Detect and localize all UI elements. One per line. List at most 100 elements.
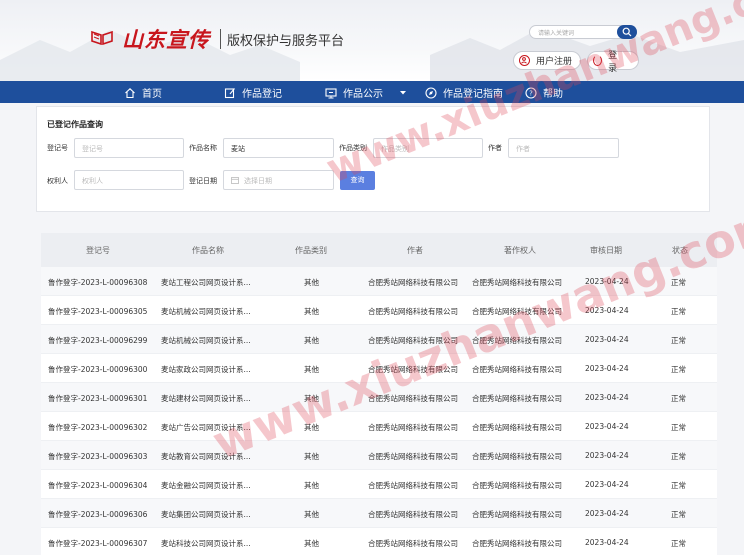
table-row[interactable]: 鲁作登字-2023-L-00096307 麦站科技公司网页设计系... 其他 合肥秀站… xyxy=(41,528,717,555)
date-picker[interactable]: 选择日期 xyxy=(223,170,334,190)
cell-owner: 合肥秀站网络科技有限公司 xyxy=(472,510,562,519)
works-table: 登记号 作品名称 作品类别 作者 著作权人 审核日期 状态 鲁作登字-2023-… xyxy=(41,233,717,555)
table-row[interactable]: 鲁作登字-2023-L-00096300 麦站家政公司网页设计系... 其他 合肥秀站… xyxy=(41,354,717,383)
cell-reg-no: 鲁作登字-2023-L-00096304 xyxy=(48,481,148,490)
cell-owner: 合肥秀站网络科技有限公司 xyxy=(472,365,562,374)
cell-reg-no: 鲁作登字-2023-L-00096306 xyxy=(48,510,148,519)
author-label: 作者 xyxy=(488,144,502,152)
col-work-name: 作品名称 xyxy=(192,246,224,255)
cell-work-name[interactable]: 麦站家政公司网页设计系... xyxy=(161,364,251,375)
site-logo[interactable]: 山东宣传 版权保护与服务平台 xyxy=(90,24,344,54)
query-button[interactable]: 查询 xyxy=(340,171,375,190)
nav-registration[interactable]: 作品登记 xyxy=(224,85,282,100)
cell-work-name[interactable]: 麦站教育公司网页设计系... xyxy=(161,451,251,462)
owner-input[interactable]: 权利人 xyxy=(74,170,184,190)
cell-work-name[interactable]: 麦站工程公司网页设计系... xyxy=(161,277,251,288)
nav-label: 作品登记指南 xyxy=(443,89,503,100)
cell-author: 合肥秀站网络科技有限公司 xyxy=(368,481,458,490)
cell-status: 正常 xyxy=(671,394,686,403)
table-row[interactable]: 鲁作登字-2023-L-00096299 麦站机械公司网页设计系... 其他 合肥秀站… xyxy=(41,325,717,354)
cell-category: 其他 xyxy=(304,307,319,316)
col-reg-no: 登记号 xyxy=(86,246,110,255)
search-button[interactable] xyxy=(617,25,637,39)
nav-help[interactable]: ? 帮助 xyxy=(525,85,563,100)
register-button[interactable]: 用户注册 xyxy=(513,51,581,70)
cell-reg-no: 鲁作登字-2023-L-00096303 xyxy=(48,452,148,461)
table-row[interactable]: 鲁作登字-2023-L-00096308 麦站工程公司网页设计系... 其他 合肥秀站… xyxy=(41,267,717,296)
cell-owner: 合肥秀站网络科技有限公司 xyxy=(472,539,562,548)
edit-icon xyxy=(224,87,235,98)
cell-work-name[interactable]: 麦站集团公司网页设计系... xyxy=(161,509,251,520)
power-icon xyxy=(593,55,603,66)
cell-status: 正常 xyxy=(671,510,686,519)
calendar-icon xyxy=(231,177,239,184)
cell-owner: 合肥秀站网络科技有限公司 xyxy=(472,278,562,287)
author-input[interactable]: 作者 xyxy=(508,138,619,158)
nav-label: 帮助 xyxy=(543,89,563,100)
cell-author: 合肥秀站网络科技有限公司 xyxy=(368,394,458,403)
cell-work-name[interactable]: 麦站广告公司网页设计系... xyxy=(161,422,251,433)
search-icon xyxy=(622,27,632,37)
table-header: 登记号 作品名称 作品类别 作者 著作权人 审核日期 状态 xyxy=(41,233,717,267)
cell-work-name[interactable]: 麦站金融公司网页设计系... xyxy=(161,480,251,491)
home-icon xyxy=(125,87,135,98)
cell-work-name[interactable]: 麦站机械公司网页设计系... xyxy=(161,306,251,317)
cell-review-date: 2023-04-24 xyxy=(585,277,629,286)
cell-work-name[interactable]: 麦站机械公司网页设计系... xyxy=(161,335,251,346)
cell-category: 其他 xyxy=(304,423,319,432)
cell-category: 其他 xyxy=(304,394,319,403)
date-label: 登记日期 xyxy=(189,177,217,185)
cell-category: 其他 xyxy=(304,539,319,548)
cell-owner: 合肥秀站网络科技有限公司 xyxy=(472,394,562,403)
col-author: 作者 xyxy=(407,246,423,255)
cell-review-date: 2023-04-24 xyxy=(585,364,629,373)
nav-label: 作品登记 xyxy=(242,89,282,100)
table-row[interactable]: 鲁作登字-2023-L-00096305 麦站机械公司网页设计系... 其他 合肥秀站… xyxy=(41,296,717,325)
table-row[interactable]: 鲁作登字-2023-L-00096301 麦站建材公司网页设计系... 其他 合肥秀站… xyxy=(41,383,717,412)
cell-review-date: 2023-04-24 xyxy=(585,509,629,518)
cell-reg-no: 鲁作登字-2023-L-00096301 xyxy=(48,394,148,403)
nav-guide[interactable]: 作品登记指南 xyxy=(425,85,503,100)
search-input[interactable]: 请输入关键词 xyxy=(538,28,574,37)
date-placeholder: 选择日期 xyxy=(244,177,272,185)
site-header: 山东宣传 版权保护与服务平台 请输入关键词 用户注册 登录 xyxy=(0,0,744,81)
register-label: 用户注册 xyxy=(536,57,573,67)
cell-status: 正常 xyxy=(671,423,686,432)
user-icon xyxy=(519,55,530,66)
cell-status: 正常 xyxy=(671,481,686,490)
cell-author: 合肥秀站网络科技有限公司 xyxy=(368,307,458,316)
cell-review-date: 2023-04-24 xyxy=(585,335,629,344)
cell-owner: 合肥秀站网络科技有限公司 xyxy=(472,452,562,461)
cell-work-name[interactable]: 麦站科技公司网页设计系... xyxy=(161,538,251,549)
table-row[interactable]: 鲁作登字-2023-L-00096306 麦站集团公司网页设计系... 其他 合肥秀站… xyxy=(41,499,717,528)
cell-review-date: 2023-04-24 xyxy=(585,306,629,315)
col-status: 状态 xyxy=(672,246,688,255)
cell-category: 其他 xyxy=(304,452,319,461)
nav-home[interactable]: 首页 xyxy=(124,85,162,100)
cell-reg-no: 鲁作登字-2023-L-00096307 xyxy=(48,539,148,548)
nav-publicity[interactable]: 作品公示 xyxy=(325,85,415,100)
cell-review-date: 2023-04-24 xyxy=(585,451,629,460)
reg-no-input[interactable]: 登记号 xyxy=(74,138,184,158)
cell-review-date: 2023-04-24 xyxy=(585,538,629,547)
category-label: 作品类别 xyxy=(339,144,367,152)
cell-author: 合肥秀站网络科技有限公司 xyxy=(368,365,458,374)
cell-reg-no: 鲁作登字-2023-L-00096308 xyxy=(48,278,148,287)
cell-owner: 合肥秀站网络科技有限公司 xyxy=(472,423,562,432)
site-search[interactable]: 请输入关键词 xyxy=(529,25,637,39)
cell-status: 正常 xyxy=(671,365,686,374)
cell-work-name[interactable]: 麦站建材公司网页设计系... xyxy=(161,393,251,404)
cell-review-date: 2023-04-24 xyxy=(585,422,629,431)
cell-reg-no: 鲁作登字-2023-L-00096305 xyxy=(48,307,148,316)
table-row[interactable]: 鲁作登字-2023-L-00096302 麦站广告公司网页设计系... 其他 合肥秀站… xyxy=(41,412,717,441)
table-row[interactable]: 鲁作登字-2023-L-00096303 麦站教育公司网页设计系... 其他 合肥秀站… xyxy=(41,441,717,470)
login-button[interactable]: 登录 xyxy=(587,51,639,74)
work-name-input[interactable]: 麦站 xyxy=(223,138,334,158)
table-row[interactable]: 鲁作登字-2023-L-00096304 麦站金融公司网页设计系... 其他 合肥秀站… xyxy=(41,470,717,499)
cell-reg-no: 鲁作登字-2023-L-00096299 xyxy=(48,336,148,345)
cell-reg-no: 鲁作登字-2023-L-00096302 xyxy=(48,423,148,432)
monitor-icon xyxy=(325,87,337,98)
category-select[interactable]: 作品类别 xyxy=(373,138,483,158)
cell-author: 合肥秀站网络科技有限公司 xyxy=(368,452,458,461)
cell-owner: 合肥秀站网络科技有限公司 xyxy=(472,336,562,345)
